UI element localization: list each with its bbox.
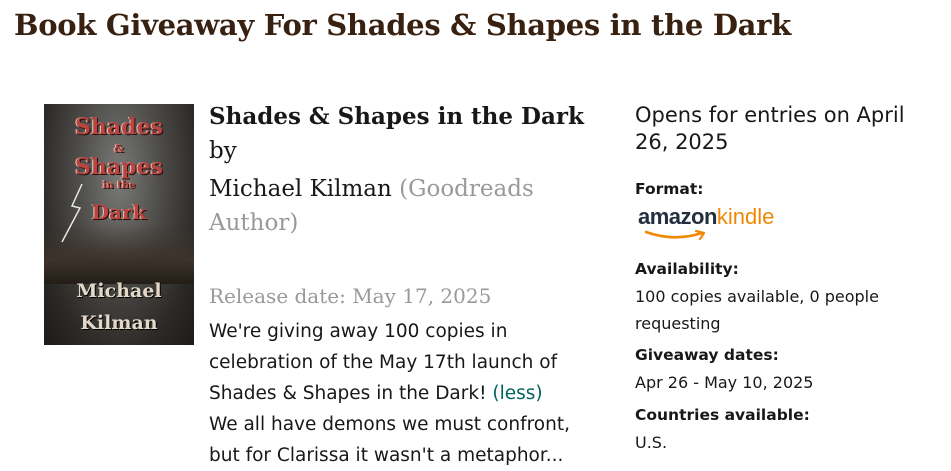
cover-author-first: Michael (76, 280, 162, 302)
amazon-kindle-logo: amazonkindle (638, 204, 798, 244)
cover-title-line: Dark (91, 200, 147, 224)
opens-for-entries: Opens for entries on April 26, 2025 (635, 103, 905, 154)
less-link[interactable]: (less) (492, 383, 542, 404)
cover-title-line: Shapes (75, 154, 163, 180)
description-text: We all have demons we must confront, but… (209, 414, 570, 466)
cover-author-last: Kilman (80, 312, 158, 334)
page-title: Book Giveaway For Shades & Shapes in the… (14, 8, 791, 42)
giveaway-dates-label: Giveaway dates: (635, 346, 779, 364)
book-title-link[interactable]: Shades & Shapes in the Dark (209, 103, 584, 130)
cover-title-in-the: in the (102, 180, 136, 191)
by-label: by (209, 138, 237, 164)
giveaway-dates-value: Apr 26 - May 10, 2025 (635, 373, 814, 392)
format-label: Format: (635, 180, 704, 198)
giveaway-description: We're giving away 100 copies in celebrat… (209, 316, 584, 471)
amazon-wordmark: amazon (638, 204, 717, 229)
amazon-smile-icon (644, 230, 706, 241)
availability-label: Availability: (635, 260, 739, 278)
release-date: Release date: May 17, 2025 (209, 284, 492, 308)
author-line: Michael Kilman (Goodreads Author) (209, 172, 569, 240)
countries-label: Countries available: (635, 406, 810, 424)
availability-value: 100 copies available, 0 people requestin… (635, 287, 879, 333)
kindle-wordmark: kindle (716, 204, 775, 229)
book-cover-image[interactable]: Shades & Shapes in the Dark Michael Kilm… (44, 104, 194, 345)
author-name-link[interactable]: Michael Kilman (209, 176, 392, 202)
countries-value: U.S. (635, 433, 668, 452)
cover-title-line: Shades (75, 114, 163, 140)
